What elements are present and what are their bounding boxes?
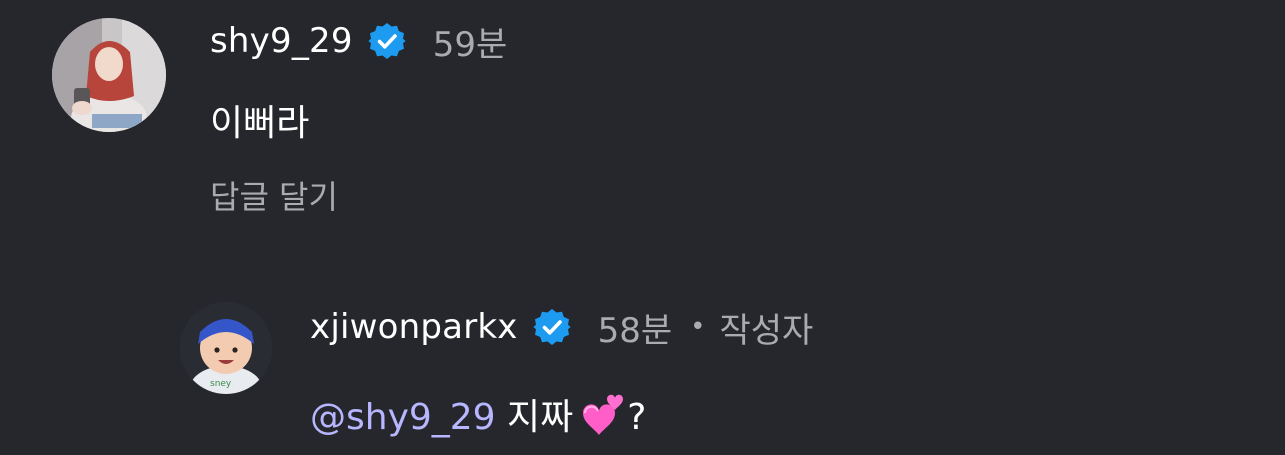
verified-badge-icon (367, 21, 407, 61)
avatar[interactable]: sney (180, 302, 272, 394)
timestamp: 59분 (432, 24, 508, 65)
author-label: 작성자 (719, 310, 814, 351)
comment-header: shy9_29 59분 (210, 18, 508, 65)
comments-page: shy9_29 59분 이뻐라 답글 달기 sney xjiwonparkx 5… (0, 0, 1285, 455)
avatar[interactable] (52, 18, 166, 132)
username[interactable]: xjiwonparkx (310, 307, 518, 347)
svg-text:sney: sney (210, 379, 232, 389)
reply-trailing-char: ? (627, 397, 647, 438)
two-hearts-emoji-icon (573, 393, 627, 437)
username[interactable]: shy9_29 (210, 21, 353, 61)
separator-dot: • (690, 312, 706, 342)
reply-message: 지짜 (507, 397, 574, 438)
reply-header: xjiwonparkx 58분 • 작성자 (310, 304, 814, 351)
timestamp: 58분 (597, 310, 673, 351)
comment-text: 이뻐라 (210, 103, 310, 144)
mention-link[interactable]: @shy9_29 (310, 397, 496, 438)
verified-badge-icon (532, 307, 572, 347)
reply-text: @shy9_29 지짜 ? (310, 388, 646, 440)
reply-button[interactable]: 답글 달기 (210, 172, 338, 218)
